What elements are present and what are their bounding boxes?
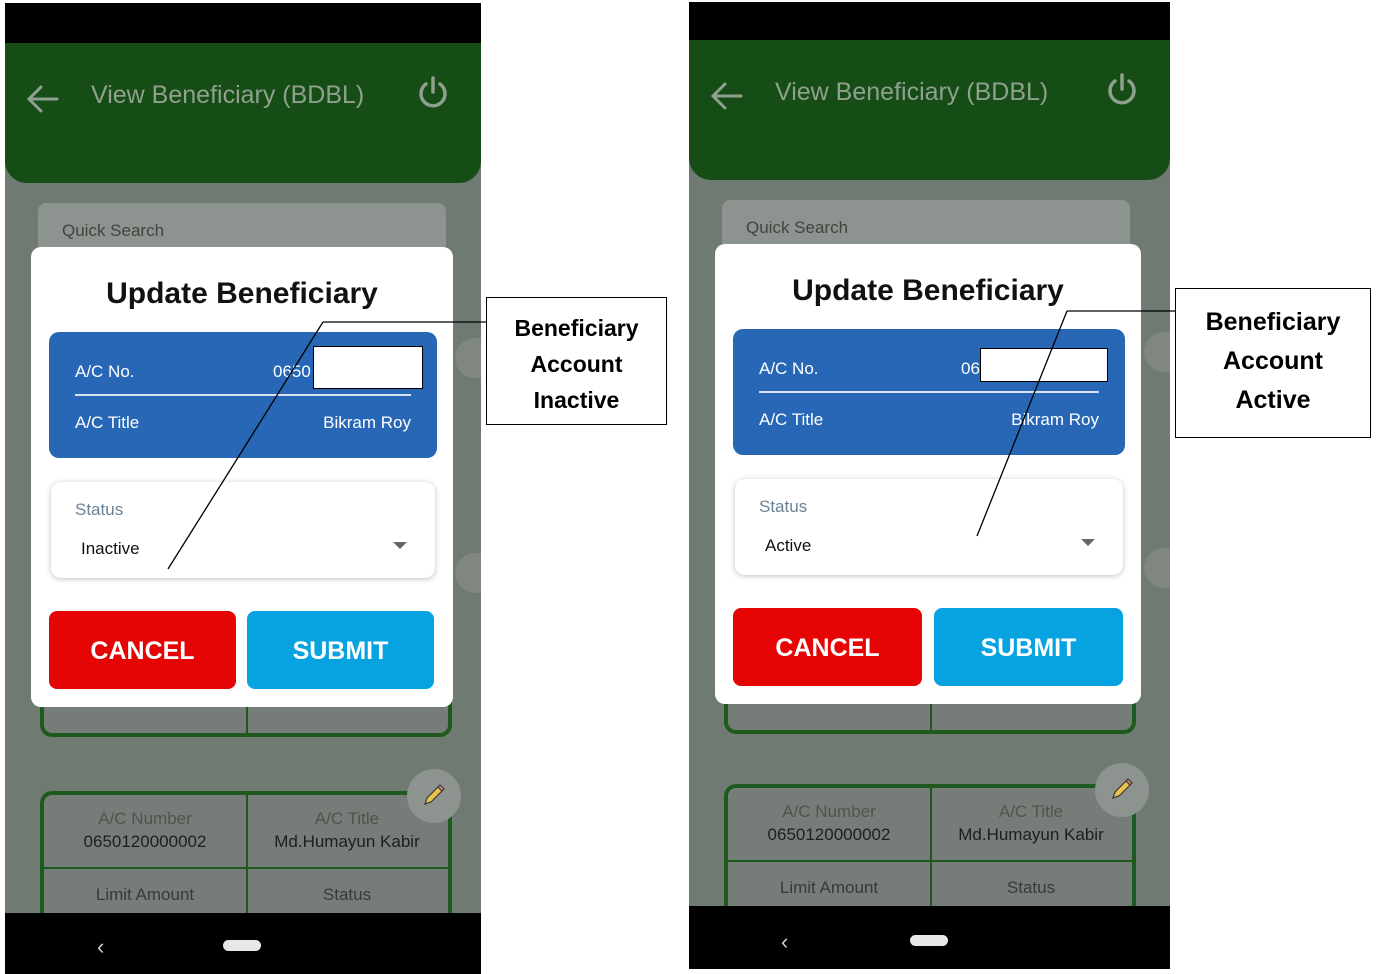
annotation-line: Beneficiary: [1205, 308, 1341, 336]
annotation-line: Beneficiary: [514, 315, 639, 341]
annotation-callout-inactive: Beneficiary Account Inactive: [486, 297, 667, 425]
annotation-callout-active: Beneficiary Account Active: [1175, 288, 1371, 438]
leader-line: [976, 310, 1068, 537]
annotation-line: Active: [1235, 386, 1311, 414]
annotation-line: Inactive: [533, 387, 620, 413]
callout-leader-lines: [167, 310, 1175, 570]
annotation-line: Account: [1223, 347, 1323, 375]
leader-line: [167, 321, 324, 570]
annotation-line: Account: [530, 351, 623, 377]
